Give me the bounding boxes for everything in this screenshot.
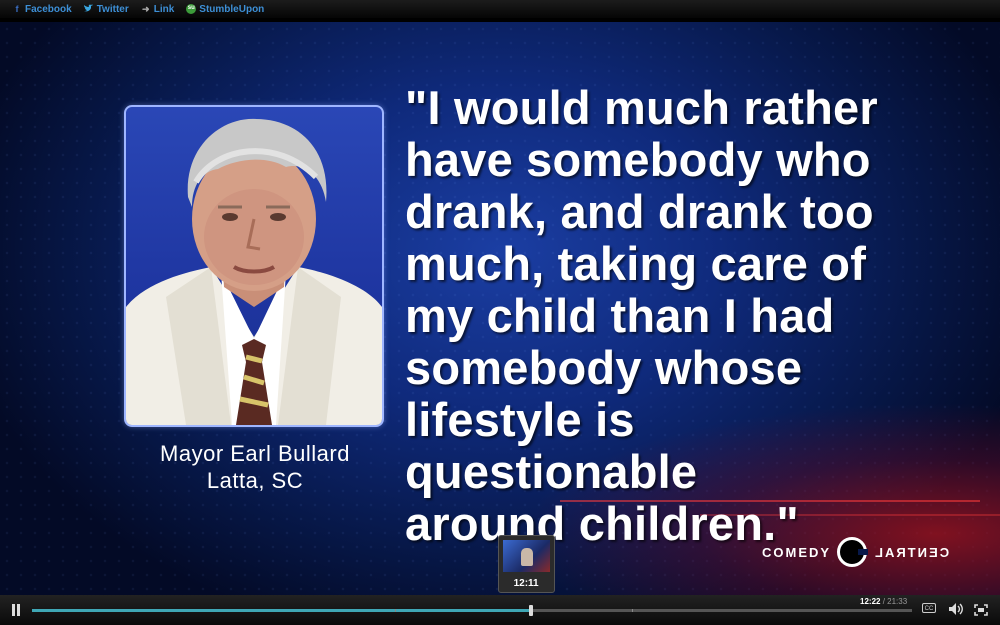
link-share-link[interactable]: ➜ Link xyxy=(141,3,175,15)
stumbleupon-label: StumbleUpon xyxy=(199,3,265,15)
fullscreen-button[interactable] xyxy=(974,603,988,616)
link-label: Link xyxy=(153,3,175,15)
speaker-icon xyxy=(949,603,963,615)
time-readout: 12:22 / 21:33 xyxy=(860,597,907,606)
preview-time: 12:11 xyxy=(513,578,539,589)
speaker-location: Latta, SC xyxy=(206,468,304,493)
video-frame[interactable]: Mayor Earl Bullard Latta, SC "I would mu… xyxy=(0,22,1000,595)
closed-captions-button[interactable]: CC xyxy=(922,603,936,613)
link-arrow-icon: ➜ xyxy=(141,4,150,14)
quote-text: "I would much rather have somebody who d… xyxy=(405,81,878,550)
share-bar: f Facebook Twitter ➜ Link su StumbleUpon xyxy=(0,0,1000,18)
chapter-marker xyxy=(632,609,634,612)
network-logo-right: CENTRAL xyxy=(873,544,950,560)
twitter-label: Twitter xyxy=(96,3,129,15)
network-c-icon xyxy=(837,537,869,567)
fullscreen-icon xyxy=(974,604,988,616)
speaker-caption: Mayor Earl Bullard Latta, SC xyxy=(120,440,390,494)
seek-bar[interactable] xyxy=(32,605,912,616)
played-bar xyxy=(32,609,531,612)
stumbleupon-share-link[interactable]: su StumbleUpon xyxy=(186,4,264,15)
facebook-share-link[interactable]: f Facebook xyxy=(12,4,72,15)
facebook-label: Facebook xyxy=(25,3,72,15)
current-time: 12:22 xyxy=(860,597,881,606)
volume-button[interactable] xyxy=(948,602,964,616)
player-controls: 12:22 / 21:33 CC xyxy=(0,595,1000,625)
seek-preview-thumbnail: 12:11 xyxy=(497,535,555,593)
twitter-share-link[interactable]: Twitter xyxy=(83,3,129,15)
pause-button[interactable] xyxy=(10,604,22,616)
twitter-icon xyxy=(83,4,94,14)
total-time: 21:33 xyxy=(887,597,908,606)
seek-handle[interactable] xyxy=(528,605,533,616)
preview-image xyxy=(502,540,550,572)
network-logo: COMEDY CENTRAL xyxy=(762,537,949,567)
network-logo-left: COMEDY xyxy=(762,544,832,560)
pause-icon xyxy=(17,604,20,616)
stumbleupon-icon: su xyxy=(186,4,197,14)
pause-icon xyxy=(12,604,15,616)
facebook-icon: f xyxy=(15,4,19,14)
chapter-marker xyxy=(394,609,396,612)
speaker-name: Mayor Earl Bullard xyxy=(160,441,350,466)
speaker-photo xyxy=(124,105,384,427)
